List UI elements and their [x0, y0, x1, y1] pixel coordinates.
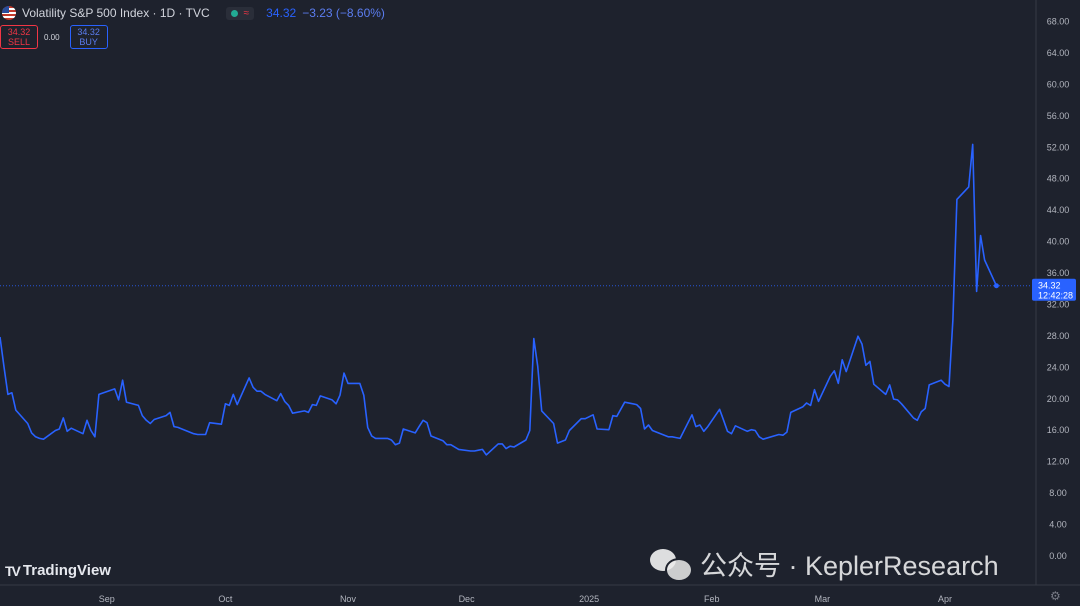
y-tick-label: 4.00 [1049, 520, 1067, 530]
y-tick-label: 44.00 [1047, 205, 1070, 215]
x-tick-label: Dec [459, 594, 476, 604]
settings-gear-icon[interactable]: ⚙ [1050, 589, 1061, 603]
watermark-text: 公众号 · KeplerResearch [700, 551, 999, 581]
y-tick-label: 36.00 [1047, 268, 1070, 278]
wave-icon: ≈ [243, 7, 250, 19]
x-tick-label: Mar [815, 594, 831, 604]
tradingview-logo[interactable]: TV TradingView [5, 562, 111, 579]
y-tick-label: 24.00 [1047, 362, 1070, 372]
y-tick-label: 56.00 [1047, 111, 1070, 121]
y-tick-label: 64.00 [1047, 48, 1070, 58]
y-tick-label: 12.00 [1047, 457, 1070, 467]
y-tick-label: 52.00 [1047, 142, 1070, 152]
header-change: −3.23 (−8.60%) [302, 6, 385, 20]
header-price: 34.32 [266, 6, 297, 20]
x-tick-label: 2025 [579, 594, 599, 604]
y-tick-label: 68.00 [1047, 17, 1070, 27]
market-open-dot-icon [230, 9, 238, 17]
y-tick-label: 8.00 [1049, 488, 1067, 498]
sell-button[interactable]: 34.32 SELL [0, 25, 38, 49]
tradingview-wordmark: TradingView [22, 562, 111, 579]
symbol-title[interactable]: Volatility S&P 500 Index · 1D · TVC [22, 6, 210, 20]
wechat-icon [650, 547, 693, 582]
x-tick-label: Sep [99, 594, 115, 604]
y-tick-label: 0.00 [1049, 551, 1067, 561]
y-tick-label: 48.00 [1047, 174, 1070, 184]
wechat-watermark: 公众号 · KeplerResearch [650, 544, 999, 583]
y-tick-label: 40.00 [1047, 237, 1070, 247]
us-flag-icon [2, 6, 16, 20]
y-tick-label: 32.00 [1047, 299, 1070, 309]
x-tick-label: Feb [704, 594, 720, 604]
x-tick-label: Apr [938, 594, 952, 604]
sell-label: SELL [7, 37, 31, 47]
sell-price: 34.32 [7, 27, 31, 37]
buy-button[interactable]: 34.32 BUY [69, 25, 108, 49]
buy-label: BUY [79, 37, 98, 47]
y-tick-label: 60.00 [1047, 79, 1070, 89]
trade-panel: 34.32 SELL 0.00 34.32 BUY [0, 25, 108, 49]
last-point-marker [993, 283, 999, 289]
price-tag-countdown: 12:42:28 [1038, 291, 1073, 301]
buy-price: 34.32 [77, 27, 100, 37]
vix-series-line[interactable] [0, 143, 998, 456]
x-tick-label: Oct [218, 594, 233, 604]
y-tick-label: 28.00 [1047, 331, 1070, 341]
chart-area[interactable]: 0.00 4.00 8.00 12.00 16.00 20.00 24.00 28.00 32.… [0, 0, 1080, 606]
price-tag-value: 34.32 [1038, 281, 1061, 291]
chart-header: Volatility S&P 500 Index · 1D · TVC ≈ 34… [0, 4, 385, 22]
x-tick-label: Nov [340, 594, 357, 604]
market-status-chip[interactable]: ≈ [225, 6, 255, 20]
tradingview-mark-icon: TV [5, 562, 21, 579]
y-tick-label: 20.00 [1047, 394, 1070, 404]
spread-value: 0.00 [44, 32, 60, 42]
y-tick-label: 16.00 [1047, 425, 1070, 435]
